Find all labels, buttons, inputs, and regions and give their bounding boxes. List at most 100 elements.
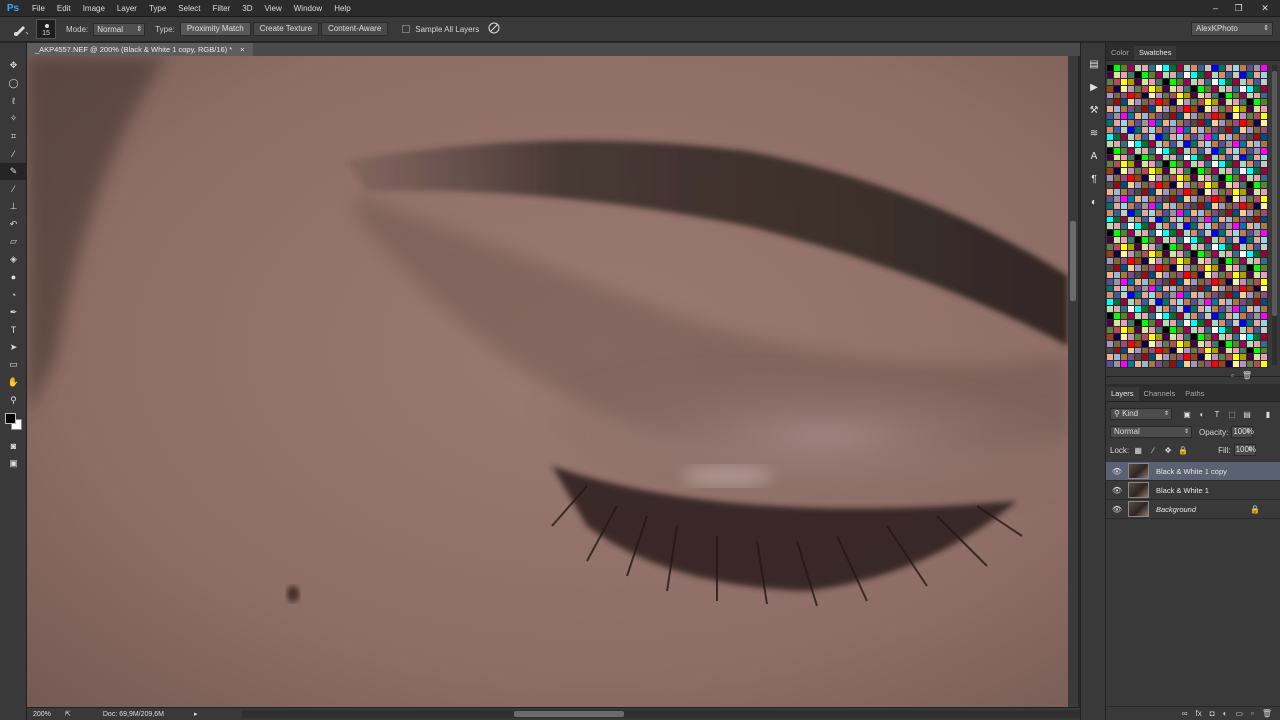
swatch[interactable]: [1205, 120, 1212, 128]
swatch[interactable]: [1198, 161, 1205, 169]
new-adjustment-icon[interactable]: ◐: [1223, 709, 1228, 718]
swatch[interactable]: [1205, 257, 1212, 265]
swatch[interactable]: [1177, 161, 1184, 169]
swatch[interactable]: [1177, 99, 1184, 107]
swatch[interactable]: [1198, 271, 1205, 279]
swatch[interactable]: [1114, 92, 1121, 100]
add-mask-icon[interactable]: ◘: [1210, 709, 1215, 718]
swatch[interactable]: [1128, 292, 1135, 300]
swatch[interactable]: [1114, 319, 1121, 327]
swatch[interactable]: [1226, 237, 1233, 245]
swatch[interactable]: [1156, 292, 1163, 300]
swatch[interactable]: [1149, 333, 1156, 341]
swatch[interactable]: [1121, 182, 1128, 190]
swatch[interactable]: [1170, 78, 1177, 86]
swatch[interactable]: [1107, 120, 1114, 128]
swatch[interactable]: [1191, 244, 1198, 252]
swatch[interactable]: [1198, 230, 1205, 238]
swatch[interactable]: [1170, 326, 1177, 334]
swatch[interactable]: [1191, 195, 1198, 203]
swatch[interactable]: [1114, 85, 1121, 93]
swatch[interactable]: [1163, 319, 1170, 327]
swatch[interactable]: [1254, 361, 1261, 369]
swatch[interactable]: [1247, 257, 1254, 265]
swatch[interactable]: [1170, 244, 1177, 252]
swatch[interactable]: [1114, 133, 1121, 141]
filter-pixel-icon[interactable]: ▣: [1181, 408, 1193, 420]
swatch[interactable]: [1212, 319, 1219, 327]
swatch[interactable]: [1142, 154, 1149, 162]
swatch[interactable]: [1212, 354, 1219, 362]
swatch[interactable]: [1149, 85, 1156, 93]
swatch[interactable]: [1261, 113, 1268, 121]
swatch[interactable]: [1142, 120, 1149, 128]
swatch[interactable]: [1191, 85, 1198, 93]
swatch[interactable]: [1226, 175, 1233, 183]
swatch[interactable]: [1254, 216, 1261, 224]
swatch[interactable]: [1121, 244, 1128, 252]
swatch[interactable]: [1135, 195, 1142, 203]
swatch[interactable]: [1212, 147, 1219, 155]
swatch[interactable]: [1184, 113, 1191, 121]
swatch[interactable]: [1198, 120, 1205, 128]
swatch[interactable]: [1149, 216, 1156, 224]
swatch[interactable]: [1191, 216, 1198, 224]
swatch[interactable]: [1114, 99, 1121, 107]
swatch[interactable]: [1128, 175, 1135, 183]
swatch[interactable]: [1177, 195, 1184, 203]
swatch[interactable]: [1226, 189, 1233, 196]
layer-row[interactable]: 👁 Background 🔒: [1106, 500, 1280, 519]
swatch[interactable]: [1219, 285, 1226, 293]
swatch[interactable]: [1184, 237, 1191, 245]
swatch[interactable]: [1212, 140, 1219, 148]
swatch[interactable]: [1156, 154, 1163, 162]
swatch[interactable]: [1170, 85, 1177, 93]
swatch[interactable]: [1212, 209, 1219, 217]
swatch[interactable]: [1163, 292, 1170, 300]
swatch[interactable]: [1163, 326, 1170, 334]
swatch[interactable]: [1170, 71, 1177, 79]
swatch[interactable]: [1114, 264, 1121, 272]
swatch[interactable]: [1233, 251, 1240, 258]
swatch[interactable]: [1107, 189, 1114, 196]
swatch[interactable]: [1142, 299, 1149, 307]
swatch[interactable]: [1142, 347, 1149, 355]
swatch[interactable]: [1198, 292, 1205, 300]
swatch[interactable]: [1121, 333, 1128, 341]
swatch[interactable]: [1156, 257, 1163, 265]
swatch[interactable]: [1128, 133, 1135, 141]
swatch[interactable]: [1198, 92, 1205, 100]
swatch[interactable]: [1114, 326, 1121, 334]
swatch[interactable]: [1198, 216, 1205, 224]
menu-image[interactable]: Image: [77, 0, 111, 16]
swatch[interactable]: [1142, 278, 1149, 286]
swatch[interactable]: [1170, 140, 1177, 148]
swatch[interactable]: [1184, 216, 1191, 224]
eraser-tool-icon[interactable]: ▱: [0, 233, 27, 251]
swatch[interactable]: [1240, 92, 1247, 100]
swatch[interactable]: [1184, 175, 1191, 183]
swatch[interactable]: [1135, 168, 1142, 176]
swatch[interactable]: [1240, 299, 1247, 307]
swatch[interactable]: [1128, 333, 1135, 341]
swatch[interactable]: [1198, 306, 1205, 314]
swatch[interactable]: [1219, 244, 1226, 252]
swatch[interactable]: [1198, 237, 1205, 245]
swatch[interactable]: [1177, 202, 1184, 210]
swatch[interactable]: [1205, 202, 1212, 210]
swatch[interactable]: [1156, 340, 1163, 348]
swatch[interactable]: [1156, 306, 1163, 314]
swatch[interactable]: [1254, 65, 1261, 72]
swatch[interactable]: [1149, 168, 1156, 176]
swatch[interactable]: [1212, 202, 1219, 210]
swatch[interactable]: [1142, 85, 1149, 93]
swatch[interactable]: [1135, 230, 1142, 238]
lasso-tool-icon[interactable]: ℓ: [0, 92, 27, 110]
swatch[interactable]: [1142, 230, 1149, 238]
swatch[interactable]: [1219, 78, 1226, 86]
swatch[interactable]: [1107, 244, 1114, 252]
swatch[interactable]: [1163, 154, 1170, 162]
swatch[interactable]: [1261, 354, 1268, 362]
create-texture-button[interactable]: Create Texture: [252, 22, 320, 36]
swatch[interactable]: [1135, 251, 1142, 258]
